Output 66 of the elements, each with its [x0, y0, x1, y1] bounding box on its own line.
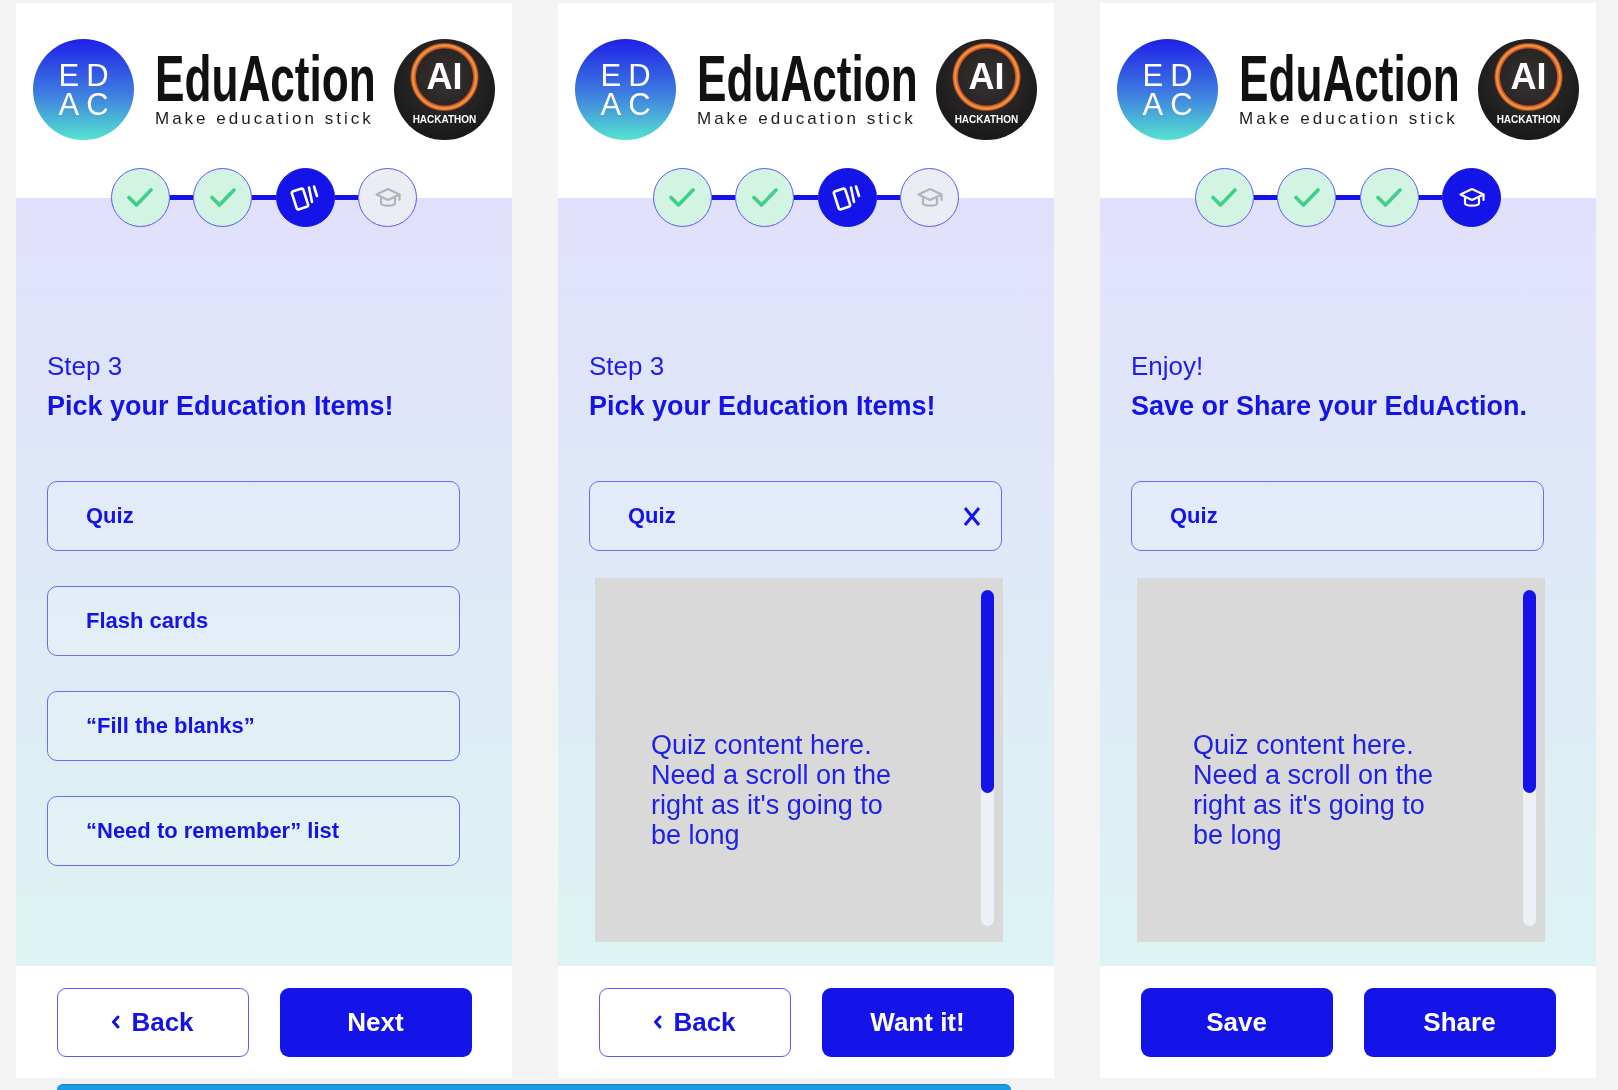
graduation-cap-icon [916, 187, 943, 208]
primary-button[interactable]: Next [279, 987, 472, 1057]
step-label: Step 3 [47, 351, 123, 381]
badge-label: HACKATHON [411, 114, 478, 126]
check-icon [127, 188, 154, 207]
content-text: Quiz content here. Need a scroll on the right as it's going to be long [1193, 730, 1435, 850]
step-connector [1336, 195, 1360, 200]
option-button[interactable]: Quiz [1131, 481, 1544, 551]
step-label: Enjoy! [1131, 351, 1204, 381]
primary-button[interactable]: Share [1363, 987, 1556, 1057]
graduation-cap-icon [374, 187, 401, 208]
step-connector [1418, 195, 1443, 200]
scrollbar-thumb[interactable] [981, 590, 994, 793]
option-button[interactable]: “Need to remember” list [47, 796, 460, 866]
option-button[interactable]: “Fill the blanks” [47, 691, 460, 761]
badge-mark: AI [1510, 59, 1547, 95]
logo-letters: AC [57, 89, 116, 119]
back-button[interactable]: Back [598, 987, 791, 1057]
step-connector [1253, 195, 1278, 200]
logo-letters: ED [57, 60, 116, 90]
scrollbar-track[interactable] [981, 590, 994, 926]
scrollbar-thumb[interactable] [1523, 590, 1536, 793]
logo-letters: ED [599, 60, 658, 90]
content-text: Quiz content here. Need a scroll on the right as it's going to be long [651, 730, 893, 850]
check-icon [1211, 188, 1238, 207]
brand-tagline: Make education stick [155, 109, 375, 129]
brand-title: EduAction [697, 50, 918, 108]
badge-mark: AI [968, 59, 1005, 95]
badge-mark: AI [426, 59, 463, 95]
chevron-left-icon [653, 1015, 663, 1029]
cards-icon [832, 183, 863, 212]
option-button[interactable]: Flash cards [47, 586, 460, 656]
graduation-cap-icon [1458, 187, 1485, 208]
check-icon [209, 188, 236, 207]
brand-title: EduAction [1239, 50, 1460, 108]
option-button[interactable]: Quiz [47, 481, 460, 551]
heading: Save or Share your EduAction. [1131, 391, 1528, 421]
brand-tagline: Make education stick [1239, 109, 1459, 129]
brand-title: EduAction [155, 50, 376, 108]
check-icon [751, 188, 778, 207]
chevron-left-icon [111, 1015, 121, 1029]
logo-letters: AC [599, 89, 658, 119]
badge-label: HACKATHON [953, 114, 1020, 126]
brand-tagline: Make education stick [697, 109, 917, 129]
step-connector [876, 195, 901, 200]
primary-button[interactable]: Want it! [821, 987, 1014, 1057]
check-icon [1293, 188, 1320, 207]
option-button[interactable]: Quiz [589, 481, 1002, 551]
check-icon [669, 188, 696, 207]
check-icon [1376, 188, 1403, 207]
badge-label: HACKATHON [1495, 114, 1562, 126]
cards-icon [290, 183, 321, 212]
close-icon[interactable] [963, 505, 981, 527]
back-button[interactable]: Back [56, 987, 249, 1057]
scrollbar-track[interactable] [1523, 590, 1536, 926]
step-connector [252, 195, 276, 200]
step-connector [711, 195, 736, 200]
heading: Pick your Education Items! [589, 391, 936, 421]
step-connector [169, 195, 194, 200]
logo-letters: AC [1141, 89, 1200, 119]
step-connector [794, 195, 818, 200]
step-connector [334, 195, 359, 200]
logo-letters: ED [1141, 60, 1200, 90]
step-label: Step 3 [589, 351, 665, 381]
heading: Pick your Education Items! [47, 391, 394, 421]
primary-button[interactable]: Save [1140, 987, 1333, 1057]
